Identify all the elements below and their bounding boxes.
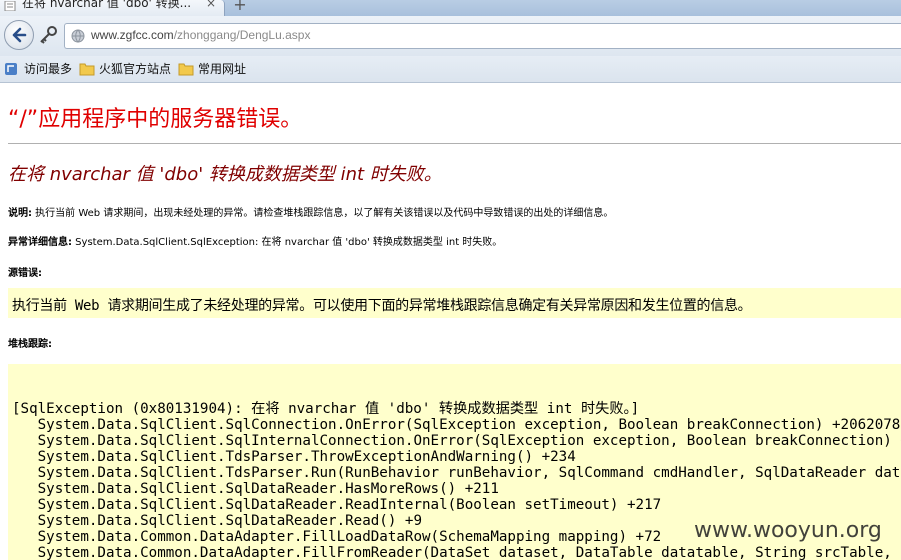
stack-line: [SqlException (0x80131904): 在将 nvarchar … — [12, 401, 640, 417]
url-text: www.zgfcc.com/zhonggang/DengLu.aspx — [91, 28, 310, 42]
description: 说明: 执行当前 Web 请求期间，出现未经处理的异常。请检查堆栈跟踪信息，以了… — [8, 204, 613, 219]
source-error-text: 执行当前 Web 请求期间生成了未经处理的异常。可以使用下面的异常堆栈跟踪信息确… — [12, 298, 752, 314]
page-title: “/”应用程序中的服务器错误。 — [8, 107, 303, 132]
exception-text: System.Data.SqlClient.SqlException: 在将 n… — [72, 237, 503, 248]
description-text: 执行当前 Web 请求期间，出现未经处理的异常。请检查堆栈跟踪信息，以了解有关该… — [32, 208, 614, 219]
stack-line: System.Data.SqlClient.TdsParser.ThrowExc… — [12, 449, 576, 465]
bookmarks-toolbar: 访问最多 火狐官方站点 常用网址 — [0, 56, 901, 83]
bookmark-label: 常用网址 — [198, 62, 247, 76]
folder-icon — [79, 63, 95, 76]
new-tab-button[interactable]: + — [229, 0, 251, 14]
bookmark-icon — [5, 63, 17, 75]
source-error-label: 源错误: — [8, 268, 42, 279]
back-button[interactable] — [4, 20, 34, 50]
bookmark-firefox-site[interactable]: 火狐官方站点 — [79, 61, 175, 79]
tab-close-icon[interactable]: × — [206, 0, 216, 9]
divider — [8, 143, 901, 144]
stack-line: System.Data.Common.DataAdapter.FillFromR… — [12, 545, 901, 560]
bookmark-label: 火狐官方站点 — [99, 62, 172, 76]
stack-trace-heading: 堆栈跟踪: — [8, 335, 52, 350]
globe-icon — [71, 29, 85, 43]
tab-active[interactable]: 在将 nvarchar 值 'dbo' 转换... × — [0, 0, 225, 16]
back-arrow-icon — [12, 27, 27, 43]
description-label: 说明: — [8, 208, 32, 219]
exception-label: 异常详细信息: — [8, 237, 72, 248]
url-path: /zhonggang/DengLu.aspx — [173, 28, 311, 42]
exception-details: 异常详细信息: System.Data.SqlClient.SqlExcepti… — [8, 233, 502, 248]
page-content: “/”应用程序中的服务器错误。 在将 nvarchar 值 'dbo' 转换成数… — [0, 83, 901, 560]
stack-line: System.Data.SqlClient.SqlDataReader.Read… — [12, 513, 422, 529]
key-icon[interactable] — [38, 26, 58, 44]
tab-title: 在将 nvarchar 值 'dbo' 转换... — [22, 0, 192, 10]
error-title: 在将 nvarchar 值 'dbo' 转换成数据类型 int 时失败。 — [8, 164, 442, 185]
bookmark-most-visited[interactable]: 访问最多 — [4, 61, 78, 79]
stack-line: System.Data.SqlClient.SqlConnection.OnEr… — [12, 417, 901, 433]
stack-line: System.Data.SqlClient.SqlDataReader.Read… — [12, 497, 662, 513]
bookmark-label: 访问最多 — [24, 62, 73, 76]
source-error-box: 执行当前 Web 请求期间生成了未经处理的异常。可以使用下面的异常堆栈跟踪信息确… — [8, 288, 901, 318]
source-error-heading: 源错误: — [8, 264, 42, 279]
stack-line: System.Data.SqlClient.SqlDataReader.HasM… — [12, 481, 499, 497]
stack-line: System.Data.SqlClient.TdsParser.Run(RunB… — [12, 465, 901, 481]
tab-strip: 在将 nvarchar 值 'dbo' 转换... × + — [0, 0, 901, 16]
stack-trace-label: 堆栈跟踪: — [8, 339, 52, 350]
stack-line: System.Data.Common.DataAdapter.FillLoadD… — [12, 529, 662, 545]
watermark: www.wooyun.org — [694, 518, 882, 543]
stack-line: System.Data.SqlClient.SqlInternalConnect… — [12, 433, 901, 449]
page-icon — [4, 1, 16, 11]
url-bar[interactable]: www.zgfcc.com/zhonggang/DengLu.aspx — [64, 23, 901, 49]
bookmark-common-sites[interactable]: 常用网址 — [178, 61, 258, 79]
folder-icon — [178, 63, 194, 76]
url-host: www.zgfcc.com — [91, 28, 174, 42]
navigation-bar: www.zgfcc.com/zhonggang/DengLu.aspx — [0, 16, 901, 56]
